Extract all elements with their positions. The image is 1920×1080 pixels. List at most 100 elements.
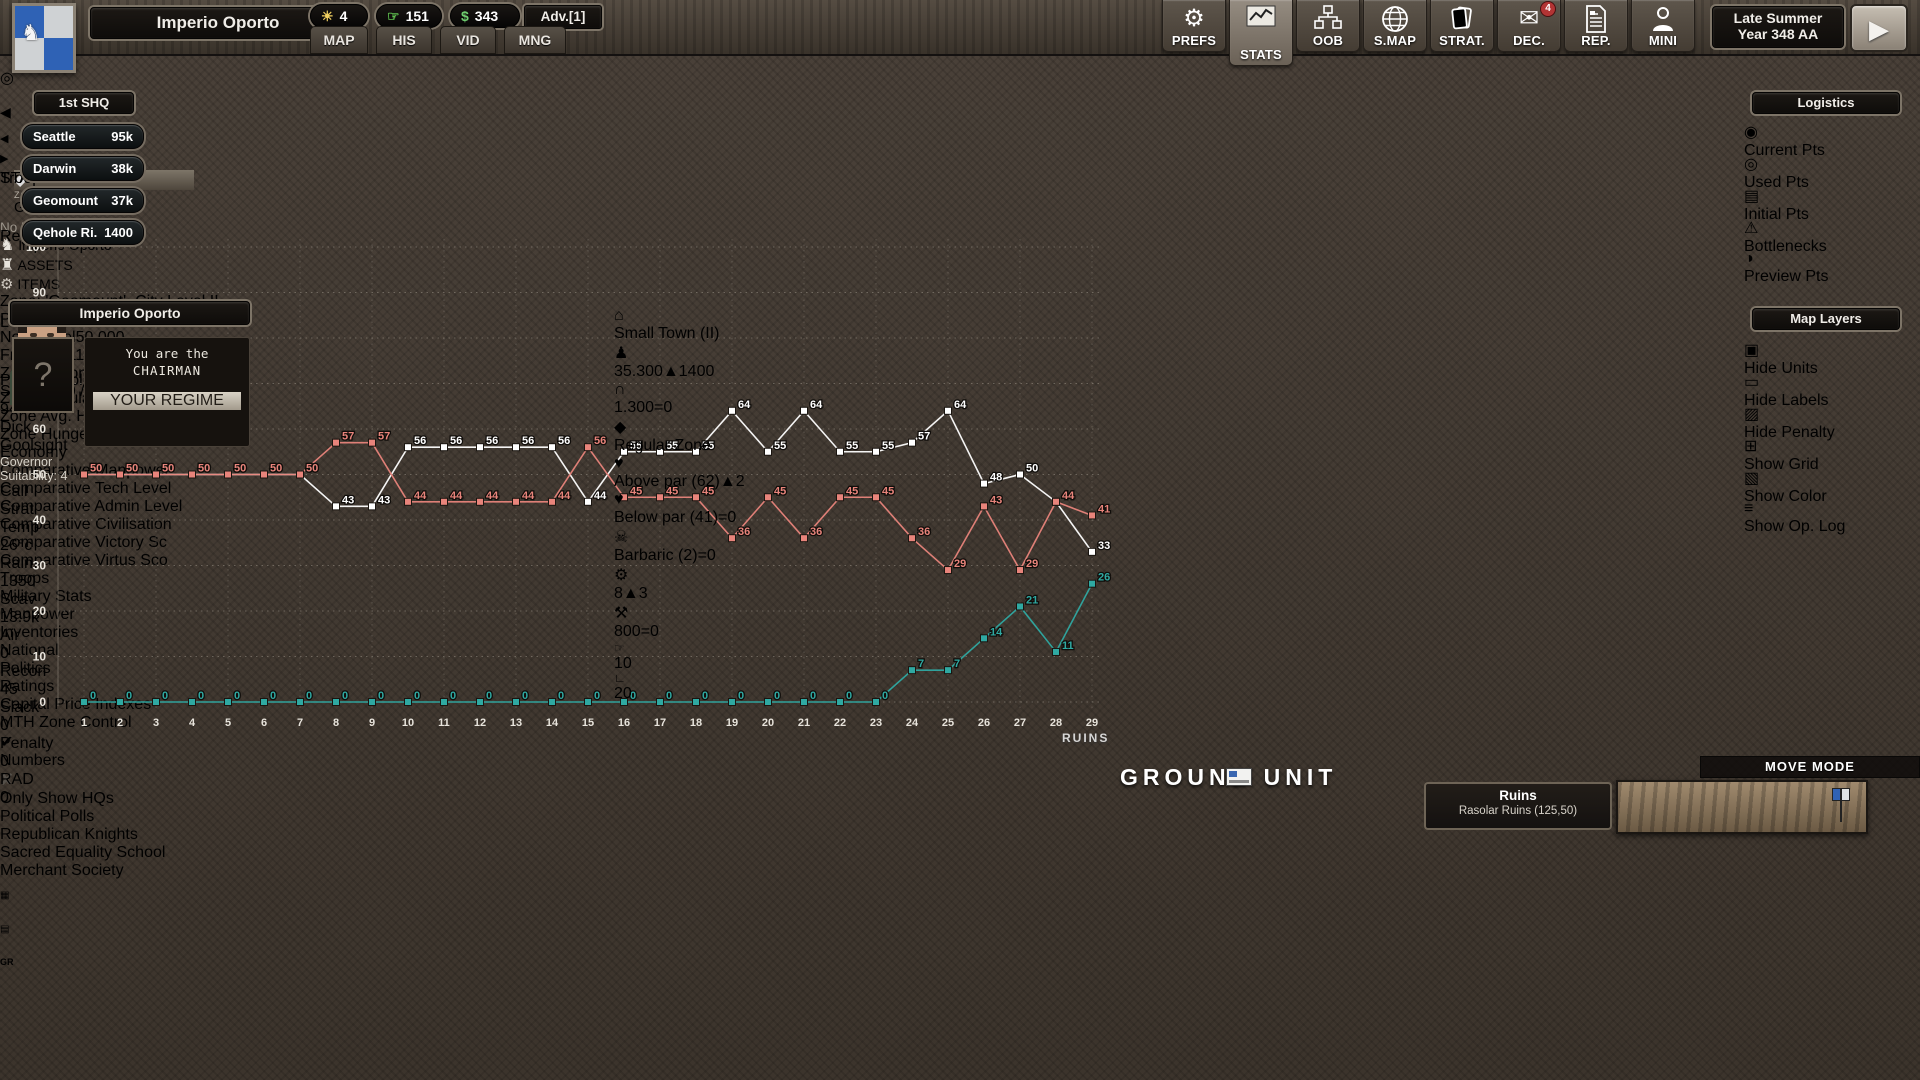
zone-grid-cell-small-town-ii-[interactable]: ⌂Small Town (II)	[614, 307, 1294, 343]
smap-button[interactable]: S.MAP	[1363, 0, 1427, 52]
stats-button[interactable]: STATS	[1229, 0, 1293, 66]
weather-air: Air0	[0, 627, 219, 663]
up-triangle-icon: ▲	[663, 363, 679, 380]
weather-label: Air	[0, 627, 219, 645]
regime-flag[interactable]: ♞	[12, 3, 76, 73]
tab-vid[interactable]: VID	[440, 26, 496, 54]
delta-value: 2	[736, 473, 745, 490]
svg-text:7: 7	[297, 717, 303, 729]
svg-text:12: 12	[474, 717, 486, 729]
zone-grid-extra-fist[interactable]: ☞10	[614, 641, 684, 671]
dec-button[interactable]: ✉DEC.4	[1497, 0, 1561, 52]
zone-grid-extra-boot[interactable]: ∟20	[614, 671, 684, 701]
city-pop: 37k	[111, 193, 133, 208]
rep-button[interactable]: REP.	[1564, 0, 1628, 52]
heart-icon: ♥	[614, 491, 1294, 509]
strat-button[interactable]: STRAT.	[1430, 0, 1494, 52]
terrain-photo	[1616, 780, 1868, 834]
zone-grid-cell-inner: ◆Regular Zone	[614, 417, 1294, 455]
svg-text:11: 11	[438, 717, 450, 729]
zone-grid-cell-text: Barbaric (2)	[614, 547, 698, 564]
zone-grid-cell-regular-zone[interactable]: ◆Regular Zone	[614, 417, 1294, 455]
delta-value: 1400	[679, 363, 715, 380]
regime-box-title: Imperio Oporto	[10, 301, 250, 325]
tab-mng[interactable]: MNG	[504, 26, 566, 54]
end-turn-button[interactable]: ▶	[1850, 4, 1908, 52]
top-button-label: OOB	[1297, 33, 1359, 48]
zone-grid-cell-above-par-62-[interactable]: ♥Above par (62)▲2	[614, 455, 1294, 491]
call-button[interactable]: Call	[0, 483, 52, 501]
resource-value: 4	[340, 8, 348, 24]
left-edge-arrow-tab[interactable]: ◀	[0, 96, 24, 130]
bottom-left-arrow-right[interactable]: ▶	[0, 150, 22, 170]
svg-text:0: 0	[450, 690, 456, 702]
zone-grid-cell-below-par-41-[interactable]: ♥Below par (41)=0	[614, 491, 1294, 527]
leader-portrait-placeholder[interactable]: ?	[12, 337, 74, 413]
legend-merchant-society: Merchant Society	[0, 862, 182, 880]
svg-text:25: 25	[942, 717, 954, 729]
svg-text:0: 0	[522, 690, 528, 702]
sidebar-button-label: Preview Pts	[1744, 268, 1828, 285]
weather-value: 0	[0, 645, 219, 663]
tab-his[interactable]: HIS	[376, 26, 432, 54]
regime-status-line1: You are the	[85, 346, 249, 361]
preview-icon: ◑	[1744, 250, 1908, 268]
unit-counter-chip[interactable]	[1226, 768, 1252, 786]
move-mode-bar: MOVE MODE	[1700, 756, 1920, 778]
window-side-tab-gr[interactable]: GR	[0, 948, 16, 978]
mini-button[interactable]: MINI	[1631, 0, 1695, 52]
zone-grid-cell-1-300[interactable]: ∩1.300=0	[614, 381, 1294, 417]
svg-text:5: 5	[225, 717, 231, 729]
svg-text:7: 7	[954, 658, 960, 670]
your-regime-button[interactable]: YOUR REGIME	[93, 392, 241, 410]
svg-text:8: 8	[333, 717, 339, 729]
resource-value: 151	[406, 8, 429, 24]
zone-grid-cell-8[interactable]: ⚙8▲3	[614, 565, 1294, 603]
zone-grid-cell-35-300[interactable]: ♟35.300▲1400	[614, 343, 1294, 381]
svg-text:44: 44	[414, 490, 427, 502]
top-button-label: STATS	[1230, 47, 1292, 62]
city-button-darwin[interactable]: Darwin38k	[22, 156, 144, 181]
svg-text:0: 0	[306, 690, 312, 702]
svg-text:29: 29	[1086, 717, 1098, 729]
used-points-icon: ◎	[1744, 154, 1908, 174]
zone-grid-cell-text: 800	[614, 623, 641, 640]
maplayer-show-op-log[interactable]: ≡Show Op. Log	[1744, 500, 1908, 536]
legend-republican-knights: Republican Knights	[0, 826, 182, 844]
svg-text:0: 0	[414, 690, 420, 702]
org-chart-icon	[1297, 5, 1359, 33]
svg-text:9: 9	[369, 717, 375, 729]
bottom-left-arrow-left[interactable]: ◀	[0, 130, 22, 150]
weather-label: Slack	[0, 699, 219, 717]
weather-label: RAD	[0, 771, 219, 789]
window-side-tab-1[interactable]: ▦	[0, 880, 16, 914]
tab-map[interactable]: MAP	[310, 26, 368, 54]
city-button-geomount[interactable]: Geomount37k	[22, 188, 144, 213]
gear-icon: ⚙	[614, 565, 1294, 585]
weather-value: 0	[0, 717, 219, 735]
svg-text:43: 43	[378, 494, 390, 506]
svg-text:13: 13	[510, 717, 522, 729]
svg-text:43: 43	[342, 494, 354, 506]
svg-text:0: 0	[342, 690, 348, 702]
prefs-button[interactable]: ⚙PREFS	[1162, 0, 1226, 52]
svg-text:0: 0	[270, 690, 276, 702]
city-button-seattle[interactable]: Seattle95k	[22, 124, 144, 149]
city-button-qeholeri[interactable]: Qehole Ri.1400	[22, 220, 144, 245]
hide-penalty-icon: ▨	[1744, 404, 1908, 424]
zone-grid-cell-barbaric-2-[interactable]: ☠Barbaric (2)=0	[614, 527, 1294, 565]
window-side-tab-2[interactable]: ▤	[0, 914, 16, 948]
logistics-preview-pts[interactable]: ◑Preview Pts	[1744, 250, 1908, 286]
location-detail: Rasolar Ruins (125,50)	[1426, 805, 1610, 817]
show-color-icon: ▧	[1744, 468, 1908, 488]
person-icon: ♟	[614, 343, 1294, 363]
zone-grid-extra-value: 20	[614, 685, 632, 702]
shq-plate[interactable]: 1st SHQ	[34, 92, 134, 114]
weather-label: Penalty	[0, 735, 219, 753]
svg-text:24: 24	[906, 717, 919, 729]
oob-button[interactable]: OOB	[1296, 0, 1360, 52]
regime-name-plate: Imperio Oporto	[90, 7, 346, 39]
zone-grid-cell-800[interactable]: ⚒800=0	[614, 603, 1294, 641]
strat-button[interactable]: Strat	[0, 501, 58, 519]
initial-points-icon: ▤	[1744, 186, 1908, 206]
